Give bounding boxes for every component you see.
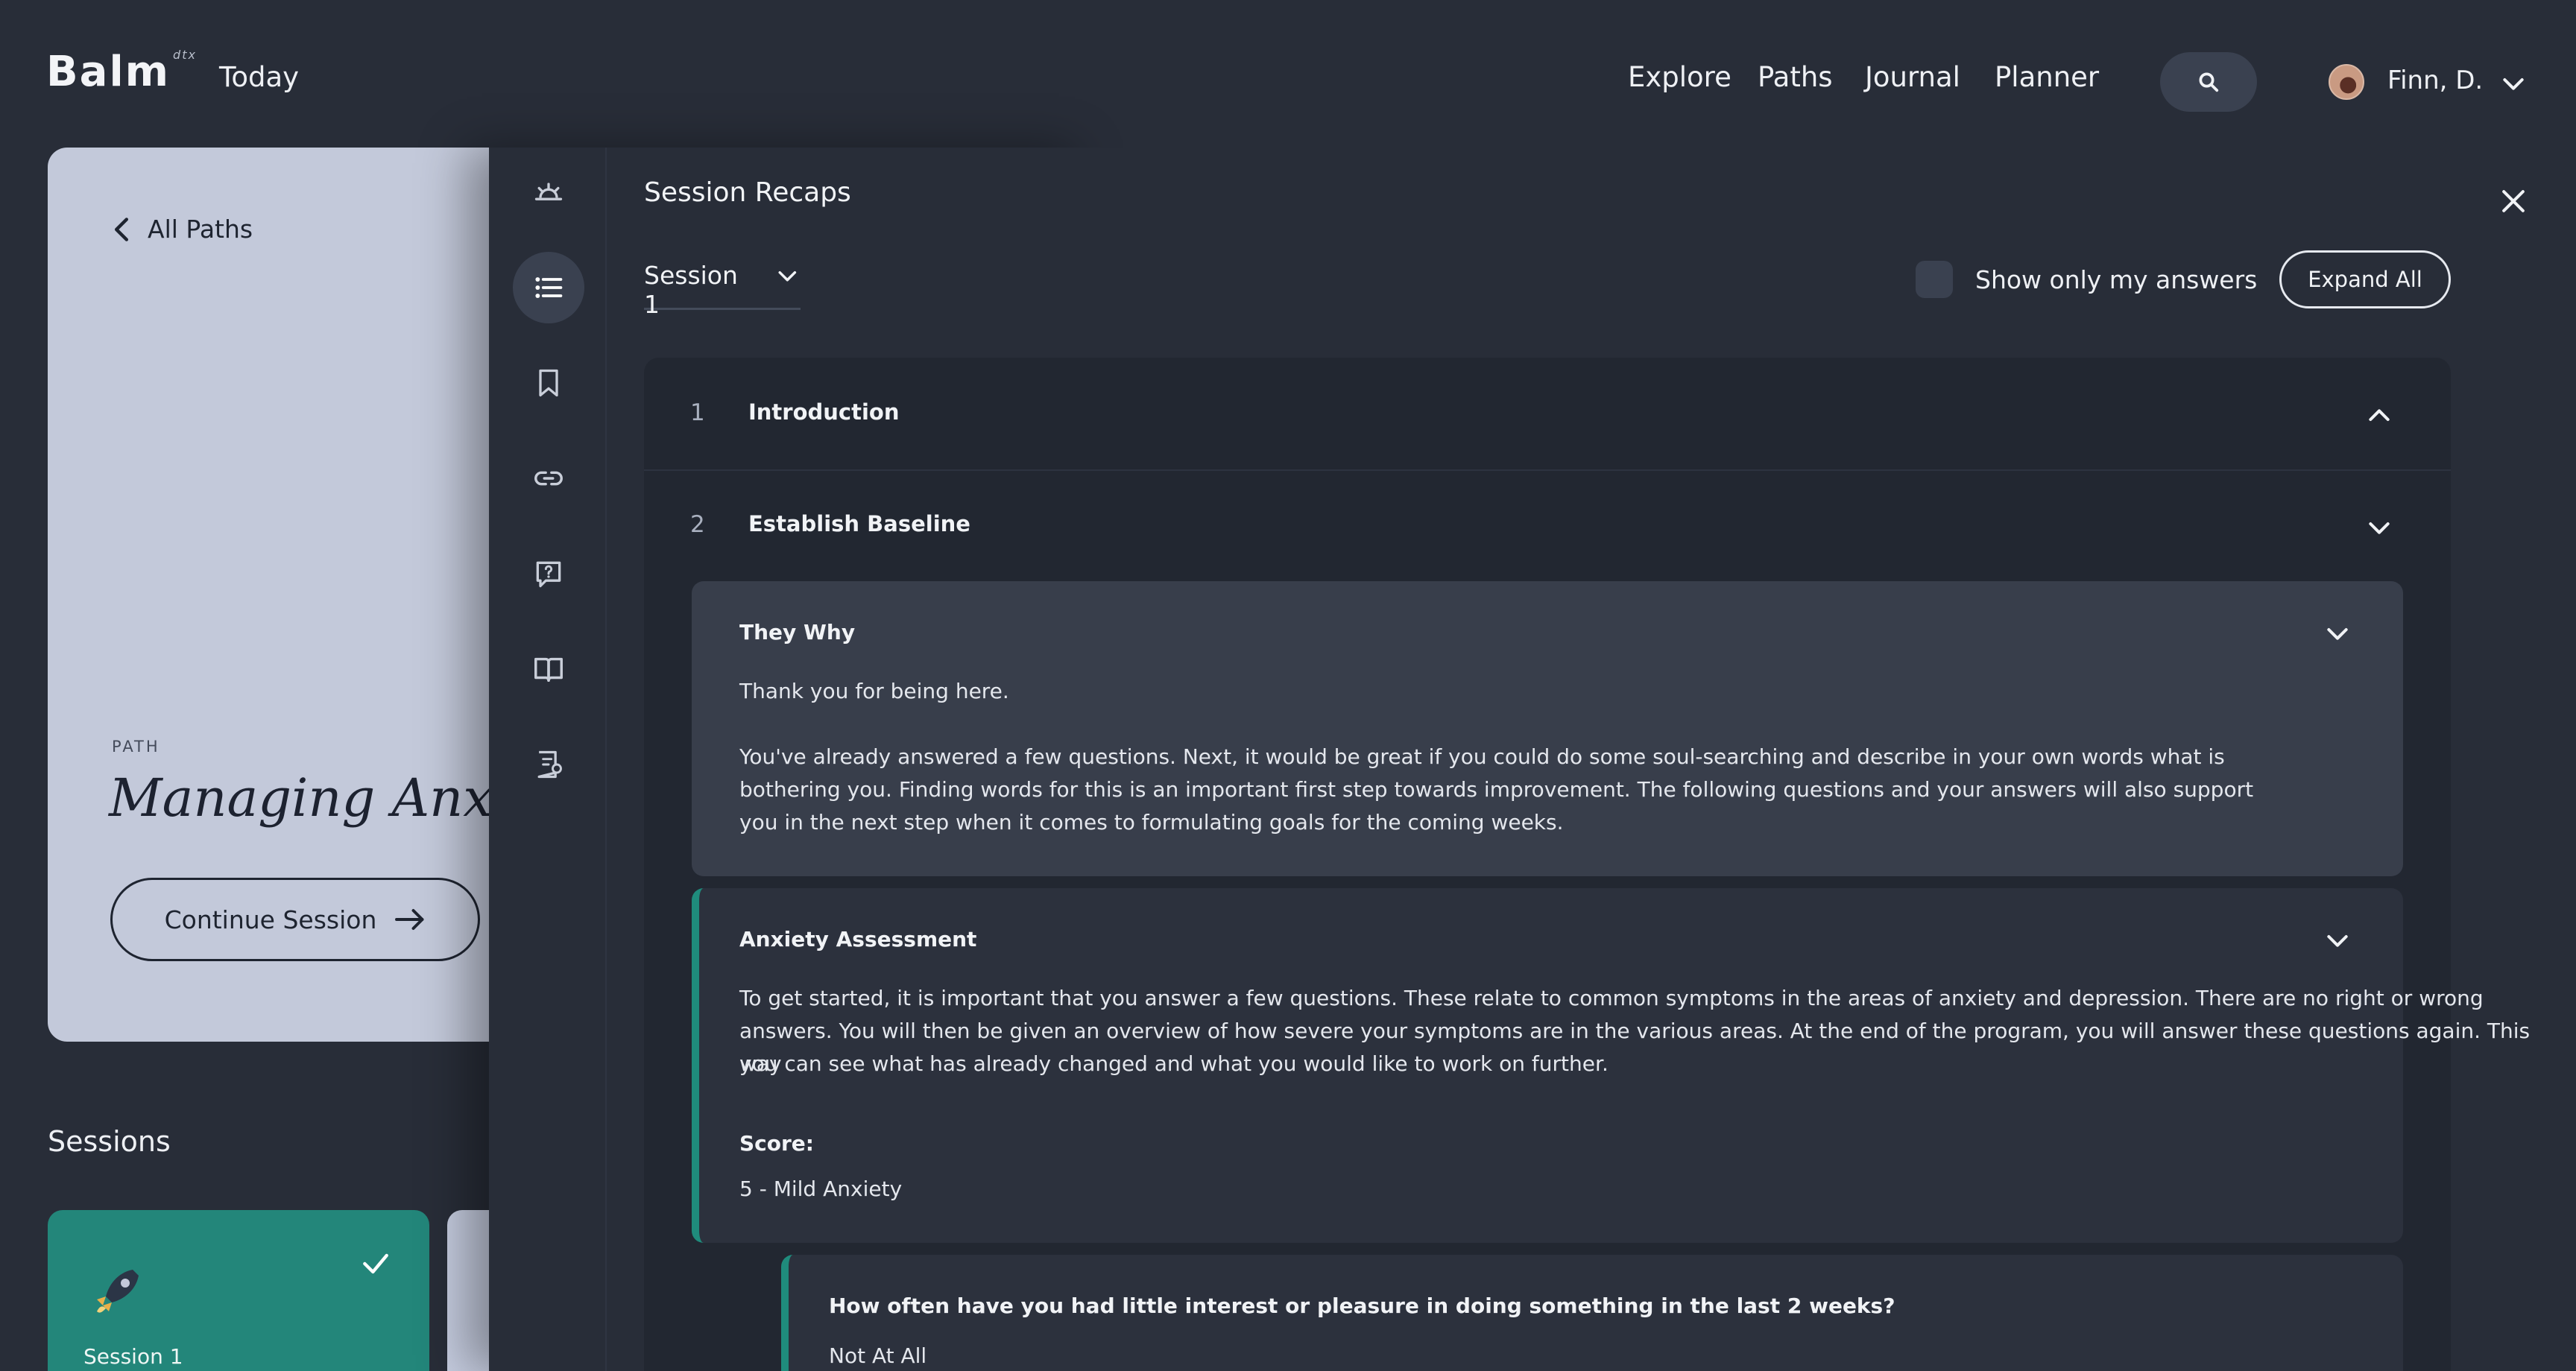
recap-row-establish-baseline[interactable]: 2 Establish Baseline bbox=[644, 469, 2451, 581]
rail-book-button[interactable] bbox=[513, 633, 584, 705]
all-paths-label: All Paths bbox=[148, 215, 253, 244]
show-only-label: Show only my answers bbox=[1975, 265, 2258, 294]
user-name[interactable]: Finn, D. bbox=[2387, 66, 2483, 95]
score-label: Score: bbox=[739, 1131, 814, 1156]
rail-list-button[interactable] bbox=[513, 252, 584, 323]
rocket-icon bbox=[97, 1270, 139, 1313]
chevron-down-icon bbox=[778, 270, 797, 282]
continue-session-button[interactable]: Continue Session bbox=[110, 878, 480, 961]
chevron-up-icon[interactable] bbox=[2364, 401, 2394, 431]
question-answer: Not At All bbox=[829, 1343, 927, 1368]
nav-today[interactable]: Today bbox=[219, 61, 299, 93]
assessment-title: Anxiety Assessment bbox=[739, 927, 977, 952]
rail-help-button[interactable] bbox=[513, 538, 584, 609]
why-paragraph-2-line-3: you in the next step when it comes to fo… bbox=[739, 810, 1564, 835]
chevron-down-icon[interactable] bbox=[2323, 618, 2352, 648]
bookmark-icon bbox=[539, 369, 558, 397]
recap-row-introduction[interactable]: 1 Introduction bbox=[644, 358, 2451, 471]
question-text: How often have you had little interest o… bbox=[829, 1294, 1895, 1318]
session-select-value: Session 1 bbox=[644, 261, 738, 319]
sunrise-icon bbox=[534, 183, 563, 200]
nav-planner[interactable]: Planner bbox=[1995, 61, 2099, 93]
row-number: 2 bbox=[690, 511, 705, 538]
search-button[interactable] bbox=[2160, 52, 2257, 112]
sessions-heading: Sessions bbox=[48, 1125, 171, 1158]
notes-icon bbox=[537, 750, 562, 779]
link-icon bbox=[534, 471, 563, 486]
row-title: Introduction bbox=[748, 399, 900, 425]
continue-session-label: Continue Session bbox=[164, 905, 377, 934]
show-only-answers-toggle[interactable]: Show only my answers bbox=[1916, 261, 2257, 298]
all-paths-link[interactable]: All Paths bbox=[112, 215, 253, 244]
top-header: Balm dtx Today Explore Paths Journal Plan… bbox=[0, 0, 2576, 149]
nav-journal[interactable]: Journal bbox=[1865, 61, 1960, 93]
search-icon bbox=[2199, 72, 2219, 92]
chevron-down-icon[interactable] bbox=[2364, 513, 2394, 542]
row-number: 1 bbox=[690, 399, 705, 426]
assessment-text-line-1: To get started, it is important that you… bbox=[739, 986, 2484, 1010]
score-value: 5 - Mild Anxiety bbox=[739, 1177, 903, 1201]
rail-bookmark-button[interactable] bbox=[513, 347, 584, 419]
assessment-text-line-3: you can see what has already changed and… bbox=[739, 1051, 1609, 1076]
chevron-down-icon[interactable] bbox=[2498, 69, 2528, 98]
show-only-checkbox[interactable] bbox=[1916, 261, 1953, 298]
nav-explore[interactable]: Explore bbox=[1628, 61, 1731, 93]
arrow-right-icon bbox=[395, 909, 424, 930]
why-paragraph-1: Thank you for being here. bbox=[739, 679, 1009, 703]
session-card-label: Session 1 bbox=[83, 1344, 183, 1369]
check-icon bbox=[363, 1253, 388, 1274]
chevron-down-icon[interactable] bbox=[2323, 925, 2352, 955]
rail-notes-button[interactable] bbox=[513, 729, 584, 800]
nav-paths[interactable]: Paths bbox=[1758, 61, 1833, 93]
rail-sunrise-button[interactable] bbox=[513, 156, 584, 228]
rail-link-button[interactable] bbox=[513, 443, 584, 514]
help-chat-icon bbox=[536, 561, 561, 588]
expand-all-button[interactable]: Expand All bbox=[2279, 250, 2451, 308]
why-paragraph-2-line-2: bothering you. Finding words for this is… bbox=[739, 777, 2254, 802]
list-icon bbox=[535, 277, 563, 298]
path-eyebrow: PATH bbox=[112, 738, 160, 756]
recaps-title: Session Recaps bbox=[644, 177, 851, 208]
why-card-title: They Why bbox=[739, 620, 856, 645]
book-icon bbox=[534, 657, 563, 683]
why-paragraph-2-line-1: You've already answered a few questions.… bbox=[739, 744, 2225, 769]
user-avatar[interactable] bbox=[2329, 64, 2364, 100]
session-select[interactable]: Session 1 bbox=[644, 261, 801, 319]
close-icon[interactable] bbox=[2497, 185, 2530, 218]
balm-logo[interactable]: Balm dtx bbox=[46, 48, 197, 96]
chevron-left-icon bbox=[114, 217, 129, 241]
row-title: Establish Baseline bbox=[748, 511, 970, 536]
